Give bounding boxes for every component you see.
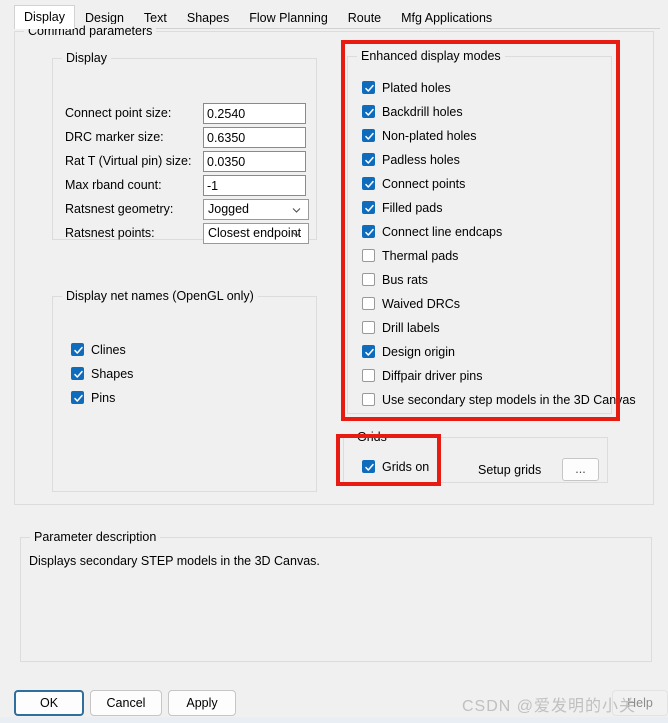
enhanced-display-modes-legend: Enhanced display modes (357, 49, 505, 63)
tab-shapes[interactable]: Shapes (176, 7, 240, 29)
help-button[interactable]: Help (612, 690, 668, 716)
display-field-label-3: Max rband count: (65, 178, 162, 192)
enhanced-mode-checkbox-label: Drill labels (382, 320, 440, 335)
checkbox-unchecked-icon[interactable] (362, 321, 375, 334)
checkbox-checked-icon[interactable] (362, 460, 375, 473)
display-field-input-1[interactable] (203, 127, 306, 148)
display-field-select-5[interactable]: Closest endpoint (203, 223, 309, 244)
checkbox-unchecked-icon[interactable] (362, 393, 375, 406)
setup-grids-label: Setup grids (478, 463, 542, 477)
display-field-select-value-5: Closest endpoint (208, 226, 302, 240)
display-field-label-1: DRC marker size: (65, 130, 164, 144)
parameter-description-group: Parameter description Displays secondary… (20, 530, 652, 662)
display-field-select-value-4: Jogged (208, 202, 250, 216)
display-group: Display Connect point size: DRC marker si… (52, 51, 317, 244)
enhanced-mode-checkbox-label: Diffpair driver pins (382, 368, 483, 383)
enhanced-mode-checkbox-0[interactable]: Plated holes (362, 79, 451, 96)
display-field-select-4[interactable]: Jogged (203, 199, 309, 220)
tab-flow-planning[interactable]: Flow Planning (239, 7, 338, 29)
enhanced-mode-checkbox-label: Backdrill holes (382, 104, 463, 119)
net-name-checkbox-0[interactable]: Clines (71, 341, 126, 358)
display-field-row-0: Connect point size: (65, 103, 306, 124)
checkbox-checked-icon[interactable] (362, 105, 375, 118)
enhanced-mode-checkbox-label: Use secondary step models in the 3D Canv… (382, 392, 636, 407)
parameter-description-legend: Parameter description (30, 530, 161, 544)
enhanced-mode-checkbox-label: Padless holes (382, 152, 460, 167)
enhanced-mode-checkbox-label: Thermal pads (382, 248, 459, 263)
enhanced-mode-checkbox-13[interactable]: Use secondary step models in the 3D Canv… (362, 391, 636, 408)
enhanced-mode-checkbox-8[interactable]: Bus rats (362, 271, 428, 288)
tab-mfg-applications[interactable]: Mfg Applications (391, 7, 503, 29)
enhanced-mode-checkbox-2[interactable]: Non-plated holes (362, 127, 477, 144)
bottom-edge-strip (0, 717, 668, 723)
checkbox-unchecked-icon[interactable] (362, 273, 375, 286)
display-field-input-0[interactable] (203, 103, 306, 124)
enhanced-mode-checkbox-1[interactable]: Backdrill holes (362, 103, 463, 120)
checkbox-checked-icon[interactable] (362, 345, 375, 358)
display-field-row-3: Max rband count: (65, 175, 306, 196)
enhanced-mode-checkbox-10[interactable]: Drill labels (362, 319, 440, 336)
enhanced-mode-checkbox-11[interactable]: Design origin (362, 343, 455, 360)
ok-button[interactable]: OK (14, 690, 84, 716)
enhanced-mode-checkbox-label: Non-plated holes (382, 128, 477, 143)
checkbox-checked-icon[interactable] (362, 81, 375, 94)
checkbox-unchecked-icon[interactable] (362, 369, 375, 382)
enhanced-mode-checkbox-3[interactable]: Padless holes (362, 151, 460, 168)
display-net-names-group: Display net names (OpenGL only) Clines Sh… (52, 289, 317, 492)
chevron-down-icon[interactable] (292, 230, 301, 239)
display-net-names-legend: Display net names (OpenGL only) (62, 289, 258, 303)
tab-display[interactable]: Display (14, 5, 75, 29)
display-field-row-1: DRC marker size: (65, 127, 306, 148)
checkbox-unchecked-icon[interactable] (362, 249, 375, 262)
display-field-row-2: Rat T (Virtual pin) size: (65, 151, 306, 172)
net-name-checkbox-1[interactable]: Shapes (71, 365, 133, 382)
net-name-checkbox-label: Shapes (91, 366, 134, 381)
checkbox-checked-icon[interactable] (71, 391, 84, 404)
enhanced-mode-checkbox-label: Filled pads (382, 200, 443, 215)
enhanced-mode-checkbox-4[interactable]: Connect points (362, 175, 465, 192)
grids-on-checkbox-label: Grids on (382, 459, 430, 474)
display-field-input-2[interactable] (203, 151, 306, 172)
checkbox-checked-icon[interactable] (362, 153, 375, 166)
enhanced-mode-checkbox-label: Design origin (382, 344, 455, 359)
tab-route[interactable]: Route (337, 7, 392, 29)
csdn-watermark: CSDN @爱发明的小关 (462, 698, 637, 715)
display-field-label-4: Ratsnest geometry: (65, 202, 174, 216)
display-field-label-5: Ratsnest points: (65, 226, 155, 240)
net-name-checkbox-2[interactable]: Pins (71, 389, 115, 406)
setup-grids-button[interactable]: ... (562, 458, 599, 481)
enhanced-mode-checkbox-12[interactable]: Diffpair driver pins (362, 367, 483, 384)
display-field-label-0: Connect point size: (65, 106, 172, 120)
display-group-legend: Display (62, 51, 111, 65)
display-field-label-2: Rat T (Virtual pin) size: (65, 154, 192, 168)
checkbox-checked-icon[interactable] (71, 367, 84, 380)
enhanced-mode-checkbox-label: Connect line endcaps (382, 224, 503, 239)
enhanced-mode-checkbox-6[interactable]: Connect line endcaps (362, 223, 502, 240)
grids-legend: Grids (353, 430, 391, 444)
checkbox-checked-icon[interactable] (71, 343, 84, 356)
enhanced-mode-checkbox-5[interactable]: Filled pads (362, 199, 442, 216)
display-field-row-5: Ratsnest points: Closest endpoint (65, 223, 309, 244)
display-field-input-3[interactable] (203, 175, 306, 196)
enhanced-mode-checkbox-7[interactable]: Thermal pads (362, 247, 458, 264)
cancel-button[interactable]: Cancel (90, 690, 162, 716)
enhanced-mode-checkbox-label: Waived DRCs (382, 296, 461, 311)
net-name-checkbox-label: Clines (91, 342, 126, 357)
checkbox-unchecked-icon[interactable] (362, 297, 375, 310)
checkbox-checked-icon[interactable] (362, 225, 375, 238)
checkbox-checked-icon[interactable] (362, 177, 375, 190)
parameter-description-text: Displays secondary STEP models in the 3D… (29, 554, 320, 568)
checkbox-checked-icon[interactable] (362, 129, 375, 142)
grids-on-checkbox-0[interactable]: Grids on (362, 458, 429, 475)
net-name-checkbox-label: Pins (91, 390, 116, 405)
checkbox-checked-icon[interactable] (362, 201, 375, 214)
apply-button[interactable]: Apply (168, 690, 236, 716)
enhanced-display-modes-group: Enhanced display modes Plated holes Backd… (347, 49, 636, 414)
chevron-down-icon[interactable] (292, 206, 301, 215)
enhanced-mode-checkbox-label: Bus rats (382, 272, 428, 287)
enhanced-mode-checkbox-label: Plated holes (382, 80, 451, 95)
enhanced-mode-checkbox-label: Connect points (382, 176, 466, 191)
enhanced-mode-checkbox-9[interactable]: Waived DRCs (362, 295, 460, 312)
display-field-row-4: Ratsnest geometry: Jogged (65, 199, 309, 220)
